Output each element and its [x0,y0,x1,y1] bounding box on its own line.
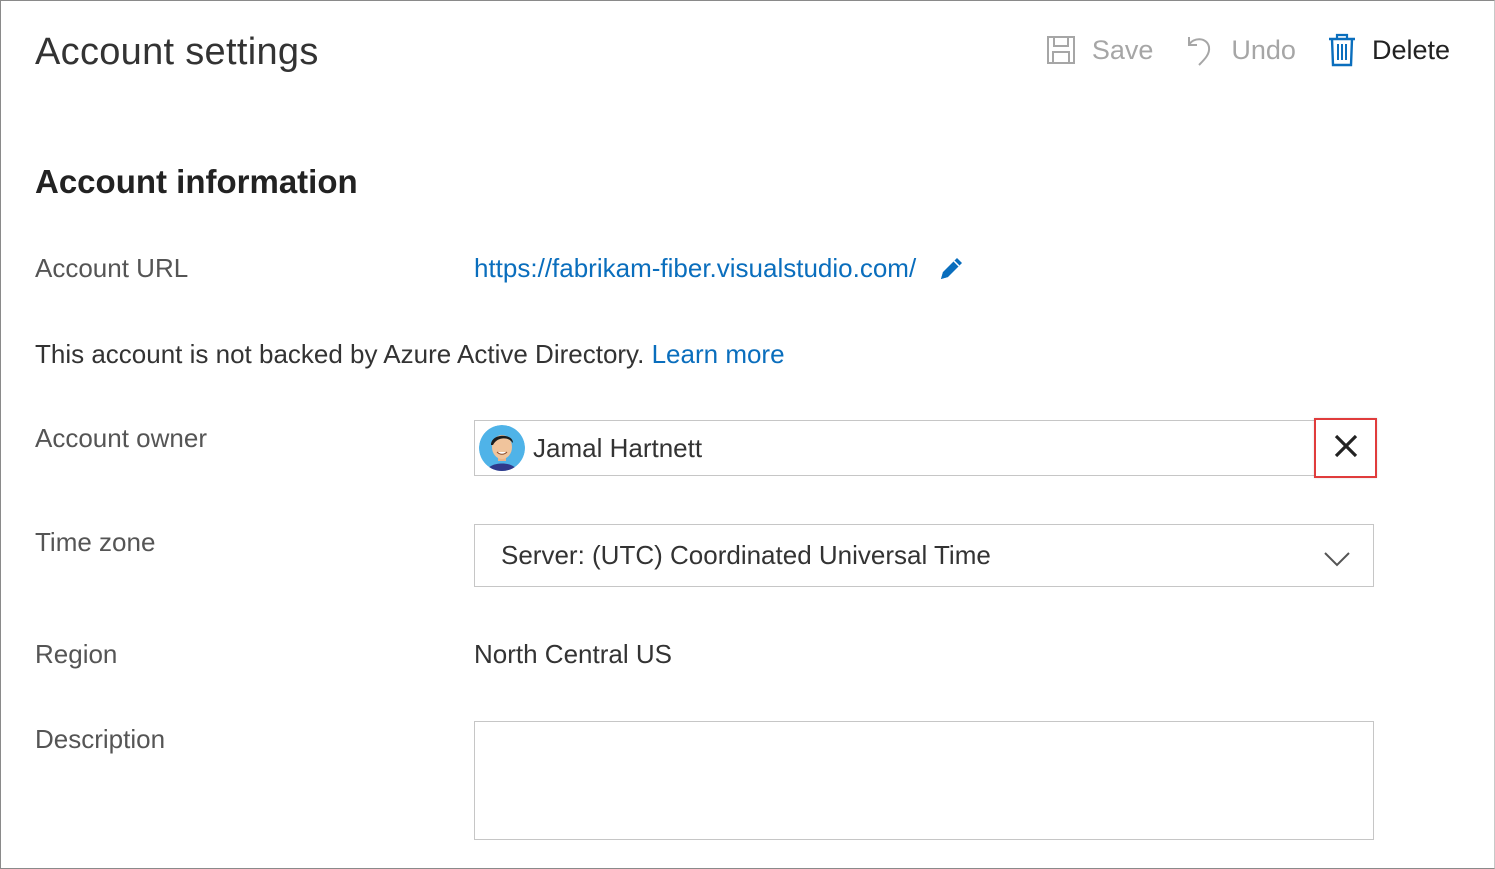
delete-button[interactable]: Delete [1328,33,1450,67]
undo-button[interactable]: Undo [1185,33,1296,67]
avatar [479,425,525,471]
region-label: Region [35,639,118,669]
delete-label: Delete [1371,34,1450,65]
account-owner-label: Account owner [35,423,207,453]
account-owner-name: Jamal Hartnett [533,432,703,463]
account-owner-field[interactable]: Jamal Hartnett [474,420,1374,476]
account-url-label: Account URL [35,253,189,283]
toolbar: Save Undo Delete [1014,33,1450,67]
account-url-row: https://fabrikam-fiber.visualstudio.com/ [474,253,966,284]
close-icon [1333,433,1359,464]
settings-panel: Account settings Save Undo Delete Accoun… [0,0,1495,869]
time-zone-label: Time zone [35,527,156,557]
save-label: Save [1091,34,1154,65]
undo-icon [1185,33,1215,67]
aad-notice-text: This account is not backed by Azure Acti… [35,339,645,369]
time-zone-value: Server: (UTC) Coordinated Universal Time [501,540,991,570]
save-icon [1046,35,1076,65]
chevron-down-icon [1323,545,1351,576]
region-value: North Central US [474,639,672,669]
trash-icon [1328,33,1356,67]
account-url-link[interactable]: https://fabrikam-fiber.visualstudio.com/ [474,253,916,284]
description-textarea[interactable] [474,721,1374,840]
page-title: Account settings [35,31,319,73]
pencil-icon[interactable] [936,254,966,284]
section-title: Account information [35,163,358,200]
description-label: Description [35,724,166,754]
time-zone-dropdown[interactable]: Server: (UTC) Coordinated Universal Time [474,524,1374,587]
aad-notice: This account is not backed by Azure Acti… [35,339,785,370]
learn-more-link[interactable]: Learn more [652,339,785,369]
save-button[interactable]: Save [1046,34,1154,66]
clear-owner-button[interactable] [1314,418,1377,478]
undo-label: Undo [1231,34,1296,65]
